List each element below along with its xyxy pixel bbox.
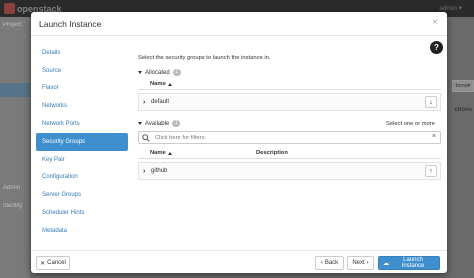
- expand-chevron-icon[interactable]: ›: [143, 168, 145, 175]
- wizard-step-flavor[interactable]: Flavor: [36, 80, 128, 98]
- background-sidebar-project: Project: [3, 22, 22, 28]
- close-icon[interactable]: ×: [432, 17, 438, 29]
- allocated-name-column[interactable]: Name: [150, 81, 172, 87]
- sort-ascending-icon: [167, 82, 172, 86]
- deallocate-arrow-down-button[interactable]: ↓: [425, 96, 437, 108]
- wizard-nav: Details Source Flavor Networks Network Ports…: [36, 44, 128, 240]
- caret-down-icon: [138, 71, 142, 74]
- background-actions-button: tions ▾: [452, 80, 474, 92]
- available-count-badge: 1: [172, 120, 181, 127]
- cancel-button[interactable]: ✕ Cancel: [36, 256, 70, 270]
- allocated-row-default: › default ↓: [138, 93, 441, 111]
- modal-title: Launch Instance: [39, 18, 102, 29]
- search-icon: [142, 134, 150, 142]
- available-name-column[interactable]: Name: [150, 150, 172, 156]
- wizard-step-networks[interactable]: Networks: [36, 97, 128, 115]
- caret-down-icon: [138, 122, 142, 125]
- wizard-step-configuration[interactable]: Configuration: [36, 169, 128, 187]
- available-hint: Select one or more: [386, 121, 435, 127]
- help-icon[interactable]: ?: [430, 41, 443, 54]
- background-sidebar-admin: Admin: [3, 185, 21, 191]
- wizard-step-key-pair[interactable]: Key Pair: [36, 151, 128, 169]
- back-button[interactable]: ‹ Back: [315, 256, 344, 270]
- filter-input[interactable]: [155, 133, 425, 143]
- next-button[interactable]: Next ›: [347, 256, 374, 270]
- wizard-step-security-groups[interactable]: Security Groups: [36, 132, 128, 151]
- wizard-step-metadata[interactable]: Metadata: [36, 222, 128, 240]
- allocated-label: Allocated: [145, 69, 170, 76]
- instructions-text: Select the security groups to launch the…: [138, 55, 271, 61]
- allocate-arrow-up-button[interactable]: ↑: [425, 165, 437, 177]
- modal-footer: ✕ Cancel ‹ Back Next › ☁ Launch Instance: [31, 250, 447, 273]
- security-group-name: github: [151, 168, 168, 174]
- allocated-table-header: Name: [138, 78, 441, 90]
- launch-instance-button[interactable]: ☁ Launch Instance: [378, 256, 440, 270]
- wizard-step-scheduler-hints[interactable]: Scheduler Hints: [36, 204, 128, 222]
- wizard-step-source[interactable]: Source: [36, 62, 128, 80]
- chevron-left-icon: ‹: [320, 260, 323, 266]
- wizard-step-details[interactable]: Details: [36, 44, 128, 62]
- available-section-toggle[interactable]: Available 1: [138, 120, 181, 127]
- user-menu: admin ▾: [439, 5, 462, 12]
- security-group-name: default: [151, 99, 170, 105]
- available-table-header: Name Description: [138, 147, 441, 159]
- sort-ascending-icon: [167, 151, 172, 155]
- clear-filter-icon[interactable]: ×: [432, 133, 436, 140]
- available-row-github: › github ↑: [138, 162, 441, 180]
- available-label: Available: [145, 120, 170, 127]
- allocated-section-toggle[interactable]: Allocated 1: [138, 69, 181, 76]
- expand-chevron-icon[interactable]: ›: [143, 99, 145, 106]
- background-sidebar: Project Admin Identity: [0, 17, 30, 278]
- background-actions-label: ctions: [454, 107, 472, 113]
- cloud-upload-icon: ☁: [383, 260, 389, 267]
- modal-header: Launch Instance: [31, 12, 447, 36]
- launch-instance-modal: Launch Instance × ? Details Source Flavor N…: [31, 12, 447, 273]
- chevron-right-icon: ›: [366, 260, 369, 266]
- background-sidebar-identity: Identity: [3, 203, 23, 209]
- background-sidebar-active: [0, 83, 30, 97]
- wizard-step-server-groups[interactable]: Server Groups: [36, 186, 128, 204]
- openstack-logo-icon: [4, 3, 15, 14]
- wizard-step-network-ports[interactable]: Network Ports: [36, 115, 128, 133]
- filter-bar[interactable]: ×: [138, 131, 441, 144]
- available-description-column[interactable]: Description: [256, 150, 288, 156]
- close-icon: ✕: [40, 260, 46, 267]
- allocated-count-badge: 1: [172, 69, 181, 76]
